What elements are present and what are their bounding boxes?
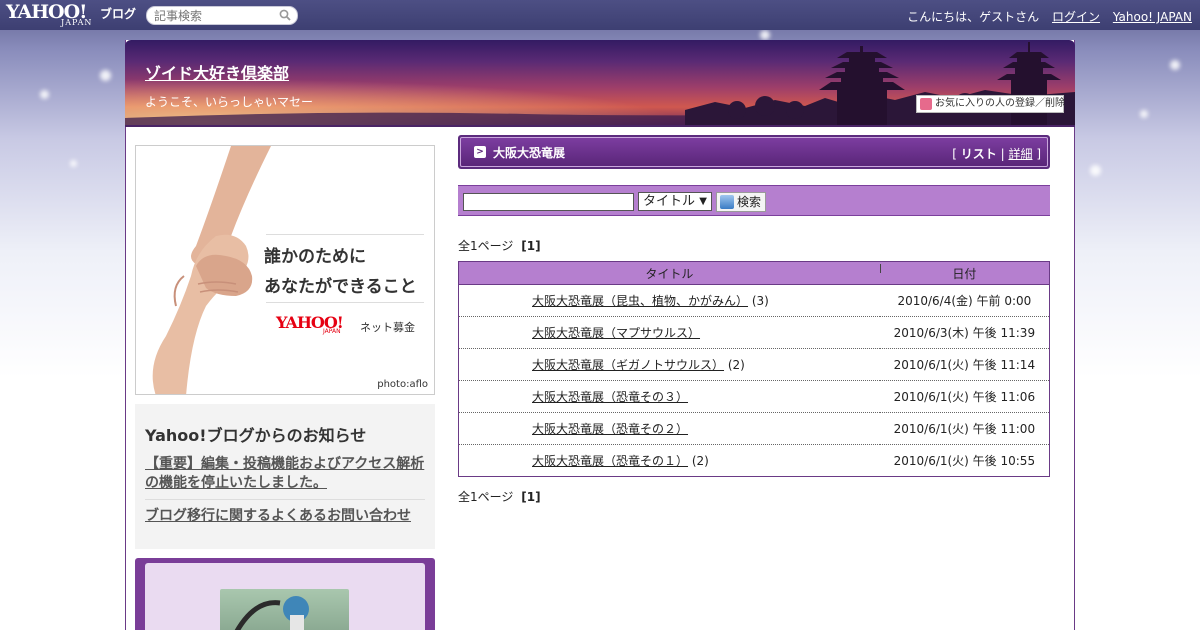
view-toggle: [ リスト | 詳細 ] [952,145,1041,162]
article-date: 2010/6/1(火) 午後 10:55 [893,454,1036,468]
handshake-illustration [152,146,271,394]
article-link[interactable]: 大阪大恐竜展（恐竜その２） [532,422,688,436]
notice-title: Yahoo!ブログからのお知らせ [145,426,367,445]
comment-count: (2) [691,454,709,468]
search-icon[interactable] [279,9,291,21]
search-button[interactable]: 検索 [716,192,766,212]
view-detail-link[interactable]: 詳細 [1008,147,1032,161]
profile-inner [145,563,425,630]
page-count-label: 全1ページ [458,239,514,253]
search-button-label: 検索 [737,195,762,209]
logo-sub: JAPAN [61,18,93,27]
ad-tagline: ネット募金 [360,321,415,334]
article-title-cell: 大阪大恐竜展（昆虫、植物、かがみん） (3) [458,284,880,317]
snow-decoration [1090,165,1101,176]
view-bracket-close: ] [1036,147,1041,161]
article-title-cell: 大阪大恐竜展（マプサウルス） [458,316,880,349]
article-title-cell: 大阪大恐竜展（恐竜その１） (2) [459,445,880,477]
heart-icon [920,98,932,110]
blog-title[interactable]: ゾイド大好き倶楽部 [145,60,289,84]
pagination-top: 全1ページ [1] [458,237,541,254]
blog-notice-box: Yahoo!ブログからのお知らせ 【重要】編集・投稿機能およびアクセス解析の機能… [135,404,435,549]
article-link[interactable]: 大阪大恐竜展（昆虫、植物、かがみん） [532,294,748,308]
article-link[interactable]: 大阪大恐竜展（恐竜その３） [532,390,688,404]
blog-description: ようこそ、いらっしゃいマセー [145,95,314,109]
article-search-bar: タイトル ▼ 検索 [458,185,1050,216]
article-title-cell: 大阪大恐竜展（恐竜その２） [458,412,880,445]
snow-decoration [70,160,77,167]
page-link-current[interactable]: [1] [521,239,540,253]
comment-count: (3) [751,294,769,308]
chevron-down-icon: ▼ [699,196,707,207]
user-links: こんにちは、ゲストさん ログイン Yahoo! JAPAN [907,8,1192,25]
table-row: 大阪大恐竜展（恐竜その２） 2010/6/1(火) 午後 11:00 [458,412,1050,445]
view-bracket-open: [ [952,147,957,161]
snow-decoration [40,90,49,99]
article-list-header: > 大阪大恐竜展 [ リスト | 詳細 ] [458,135,1050,169]
keyword-input[interactable] [463,193,634,211]
ad-divider [266,302,424,303]
profile-photo [234,596,309,630]
yahoo-blog-logo[interactable]: YAHOO! JAPAN ブログ [6,2,142,28]
search-icon [720,195,734,209]
ad-headline-1: 誰かのために [264,247,366,267]
page-count-label: 全1ページ [458,490,514,504]
table-row: 大阪大恐竜展（昆虫、植物、かがみん） (3) 2010/6/4(金) 午前 0:… [458,284,1050,317]
table-row: 大阪大恐竜展（マプサウルス） 2010/6/3(木) 午後 11:39 [458,316,1050,349]
yahoo-japan-link[interactable]: Yahoo! JAPAN [1113,10,1192,24]
page-link-current[interactable]: [1] [521,490,540,504]
table-header-row: タイトル 日付 [458,261,1050,285]
favorite-register-button[interactable]: お気に入りの人の登録／削除 [916,95,1065,113]
chevron-right-icon: > [474,146,486,158]
article-date: 2010/6/1(火) 午後 11:00 [879,412,1050,445]
article-link[interactable]: 大阪大恐竜展（マプサウルス） [532,326,700,340]
article-search-input[interactable] [146,6,298,25]
article-link[interactable]: 大阪大恐竜展（恐竜その１） [532,454,688,468]
favorite-register-label: お気に入りの人の登録／削除 [935,98,1065,109]
article-date: 2010/6/4(金) 午前 0:00 [879,284,1050,317]
snow-decoration [100,70,111,81]
category-title: 大阪大恐竜展 [493,146,566,160]
article-date: 2010/6/3(木) 午後 11:39 [879,316,1050,349]
article-table: タイトル 日付 大阪大恐竜展（昆虫、植物、かがみん） (3) 2010/6/4(… [458,261,1050,477]
search-field-select[interactable]: タイトル ▼ [638,192,712,211]
snow-decoration [1170,60,1180,70]
greeting-text: こんにちは、ゲストさん [907,10,1040,24]
ad-photo-credit: photo:aflo [377,379,428,390]
snow-decoration [760,30,770,40]
view-separator: | [1000,147,1005,161]
global-header: YAHOO! JAPAN ブログ こんにちは、ゲストさん ログイン Yahoo!… [0,0,1200,30]
table-row: 大阪大恐竜展（ギガノトサウルス） (2) 2010/6/1(火) 午後 11:1… [458,348,1050,381]
ad-divider [266,234,424,235]
profile-box [135,558,435,630]
ad-yahoo-logo-sub: JAPAN [323,328,341,335]
snow-decoration [1140,110,1148,118]
notice-link-faq[interactable]: ブログ移行に関するよくあるお問い合わせ [145,506,425,532]
ad-headline-2: あなたができること [264,277,417,297]
article-date: 2010/6/1(火) 午後 11:14 [879,348,1050,381]
comment-count: (2) [727,358,745,372]
article-date: 2010/6/1(火) 午後 11:06 [879,380,1050,413]
table-row: 大阪大恐竜展（恐竜その１） (2) 2010/6/1(火) 午後 10:55 [459,445,1050,477]
article-list-header-inner: > 大阪大恐竜展 [ リスト | 詳細 ] [460,137,1048,167]
header-divider [125,125,1075,127]
pagination-bottom: 全1ページ [1] [458,488,541,505]
view-list-current: リスト [960,147,997,161]
logo-blog: ブログ [100,7,137,21]
column-separator [880,264,881,273]
article-title-cell: 大阪大恐竜展（ギガノトサウルス） (2) [458,348,880,381]
search-field-value: タイトル [643,194,696,209]
table-row: 大阪大恐竜展（恐竜その３） 2010/6/1(火) 午後 11:06 [458,380,1050,413]
article-link[interactable]: 大阪大恐竜展（ギガノトサウルス） [532,358,724,372]
profile-image[interactable] [220,589,349,630]
charity-ad-banner[interactable]: 誰かのために あなたができること YAHOO! JAPAN ネット募金 phot… [135,145,435,395]
column-header-title: タイトル [458,261,881,285]
blog-header: ゾイド大好き倶楽部 ようこそ、いらっしゃいマセー お気に入りの人の登録／削除 [125,40,1075,126]
column-header-title-label: タイトル [645,266,694,281]
article-title-cell: 大阪大恐竜展（恐竜その３） [458,380,880,413]
login-link[interactable]: ログイン [1052,10,1100,24]
notice-link-important[interactable]: 【重要】編集・投稿機能およびアクセス解析の機能を停止いたしました。 [145,454,425,500]
column-header-date: 日付 [879,261,1050,285]
